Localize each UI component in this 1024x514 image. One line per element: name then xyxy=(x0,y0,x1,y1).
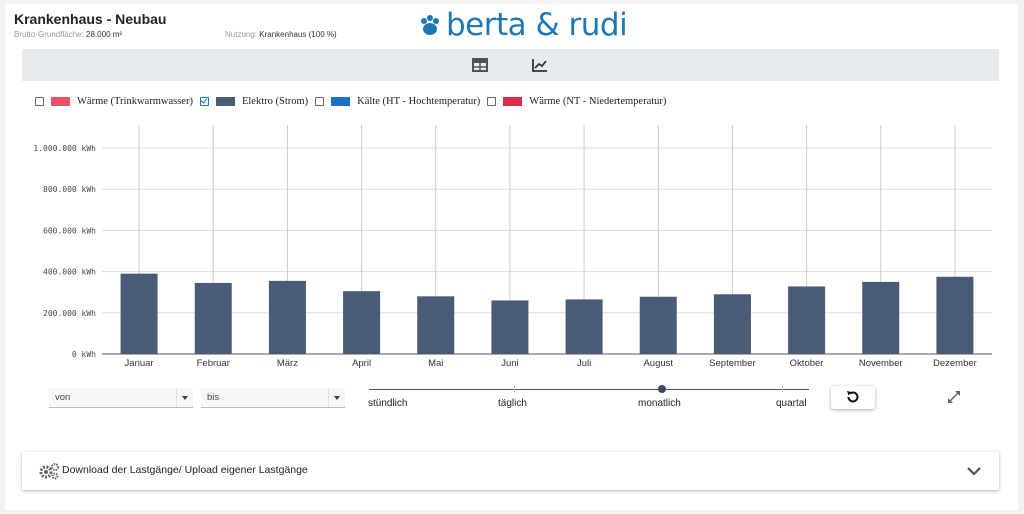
slider-label-monthly: monatlich xyxy=(638,398,681,409)
bar-mai xyxy=(417,296,455,354)
slider-label-hourly: stündlich xyxy=(368,398,408,409)
x-tick-label: Dezember xyxy=(933,358,977,369)
download-accordion[interactable]: Download der Lastgänge/ Upload eigener L… xyxy=(22,452,999,490)
bar-märz xyxy=(268,280,306,354)
y-tick-label: 200.000 kWh xyxy=(43,309,96,318)
from-select[interactable]: von xyxy=(49,388,193,408)
y-tick-label: 0 kWh xyxy=(72,350,96,359)
expand-icon[interactable] xyxy=(946,389,962,405)
energy-bar-chart: 0 kWh 200.000 kWh 400.000 kWh 600.000 kWh 80… xyxy=(33,125,992,369)
x-tick-label: September xyxy=(709,358,755,369)
x-tick-label: Februar xyxy=(197,358,230,369)
bar-november xyxy=(862,281,900,354)
x-tick-label: Januar xyxy=(125,358,154,369)
y-tick-label: 1.000.000 kWh xyxy=(33,144,96,153)
x-tick-label: Juli xyxy=(577,358,591,369)
y-tick-label: 600.000 kWh xyxy=(43,226,96,235)
chevron-down-icon xyxy=(176,388,193,407)
chevron-down-icon xyxy=(328,388,345,407)
to-select-value: bis xyxy=(207,392,220,403)
slider-tick xyxy=(514,386,515,392)
bar-februar xyxy=(194,282,232,354)
x-tick-label: Mai xyxy=(428,358,443,369)
reset-button[interactable] xyxy=(831,386,875,409)
bar-august xyxy=(639,296,677,354)
bar-januar xyxy=(120,273,158,354)
x-tick-label: Oktober xyxy=(790,358,824,369)
x-tick-label: März xyxy=(277,358,298,369)
x-tick-label: Juni xyxy=(501,358,518,369)
chevron-down-icon xyxy=(967,467,981,476)
to-select[interactable]: bis xyxy=(201,388,345,408)
gears-icon xyxy=(39,463,59,480)
bar-oktober xyxy=(788,286,826,354)
from-select-value: von xyxy=(55,392,71,403)
x-tick-label: August xyxy=(643,358,673,369)
accordion-label: Download der Lastgänge/ Upload eigener L… xyxy=(62,464,308,476)
slider-label-quarterly: quartal xyxy=(776,398,807,409)
bar-juli xyxy=(565,299,603,354)
slider-handle[interactable] xyxy=(658,385,666,393)
x-tick-label: April xyxy=(352,358,371,369)
x-tick-label: November xyxy=(859,358,903,369)
bar-juni xyxy=(491,300,529,354)
y-tick-label: 400.000 kWh xyxy=(43,268,96,277)
bar-september xyxy=(713,294,751,354)
slider-tick xyxy=(782,386,783,392)
bar-april xyxy=(343,291,381,354)
bar-dezember xyxy=(936,276,974,354)
reset-icon xyxy=(847,391,859,403)
slider-label-daily: täglich xyxy=(498,398,527,409)
y-tick-label: 800.000 kWh xyxy=(43,185,96,194)
resolution-slider[interactable] xyxy=(369,389,809,390)
